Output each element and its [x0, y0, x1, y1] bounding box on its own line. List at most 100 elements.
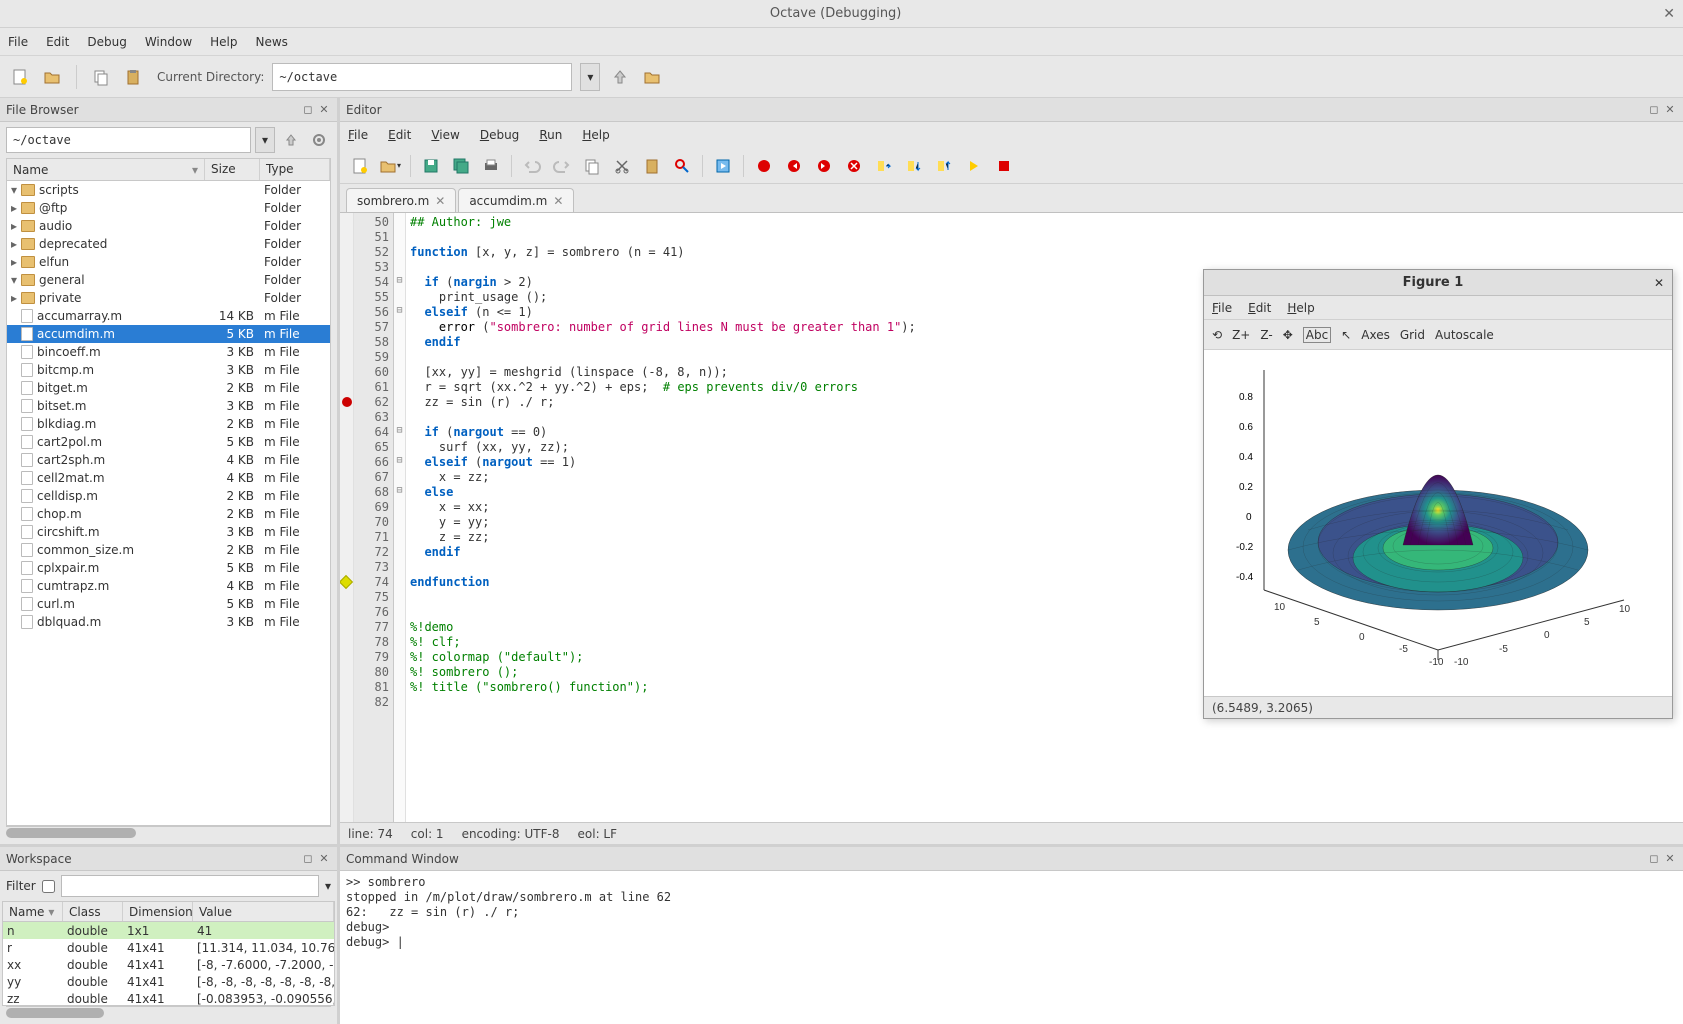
ed-copy-icon[interactable]: [580, 154, 604, 178]
ws-filter-dropdown-icon[interactable]: ▾: [325, 879, 331, 893]
fb-folder-row[interactable]: ▸privateFolder: [7, 289, 330, 307]
menu-news[interactable]: News: [256, 35, 288, 49]
ed-menu-help[interactable]: Help: [582, 128, 609, 142]
ws-row[interactable]: rdouble41x41[11.314, 11.034, 10.763, ...: [3, 939, 334, 956]
paste-icon[interactable]: [121, 65, 145, 89]
browse-folder-icon[interactable]: [640, 65, 664, 89]
fig-menu-help[interactable]: Help: [1287, 301, 1314, 315]
fig-grid-btn[interactable]: Grid: [1400, 328, 1425, 342]
figure-close-icon[interactable]: ✕: [1654, 276, 1664, 290]
fb-folder-row[interactable]: ▸deprecatedFolder: [7, 235, 330, 253]
ws-col-dim[interactable]: Dimension: [123, 902, 193, 921]
fb-file-row[interactable]: cart2sph.m4 KBm File: [7, 451, 330, 469]
fig-menu-file[interactable]: File: [1212, 301, 1232, 315]
ws-col-class[interactable]: Class: [63, 902, 123, 921]
fb-folder-row[interactable]: ▾generalFolder: [7, 271, 330, 289]
ed-undock-icon[interactable]: ◻: [1647, 103, 1661, 117]
ed-print-icon[interactable]: [479, 154, 503, 178]
fb-file-row[interactable]: curl.m5 KBm File: [7, 595, 330, 613]
fb-file-row[interactable]: bitget.m2 KBm File: [7, 379, 330, 397]
fig-text-icon[interactable]: Abc: [1303, 327, 1331, 343]
ed-menu-run[interactable]: Run: [539, 128, 562, 142]
curdir-dropdown-icon[interactable]: ▾: [580, 63, 600, 91]
fb-folder-row[interactable]: ▸audioFolder: [7, 217, 330, 235]
undock-icon[interactable]: ◻: [301, 103, 315, 117]
menu-edit[interactable]: Edit: [46, 35, 69, 49]
ed-stop-icon[interactable]: [992, 154, 1016, 178]
figure-window[interactable]: Figure 1 ✕ File Edit Help ⟲ Z+ Z- ✥: [1203, 269, 1673, 719]
fb-file-row[interactable]: blkdiag.m2 KBm File: [7, 415, 330, 433]
menu-debug[interactable]: Debug: [87, 35, 126, 49]
fig-menu-edit[interactable]: Edit: [1248, 301, 1271, 315]
ed-run-icon[interactable]: [711, 154, 735, 178]
ws-col-name[interactable]: Name ▾: [3, 902, 63, 921]
ed-menu-edit[interactable]: Edit: [388, 128, 411, 142]
fb-file-row[interactable]: cplxpair.m5 KBm File: [7, 559, 330, 577]
fb-file-row[interactable]: cell2mat.m4 KBm File: [7, 469, 330, 487]
ed-save-icon[interactable]: [419, 154, 443, 178]
ed-bp-prev-icon[interactable]: [782, 154, 806, 178]
ws-undock-icon[interactable]: ◻: [301, 852, 315, 866]
ed-redo-icon[interactable]: [550, 154, 574, 178]
ed-stepin-icon[interactable]: [902, 154, 926, 178]
fb-gear-icon[interactable]: [307, 128, 331, 152]
curdir-input[interactable]: ~/octave: [272, 63, 572, 91]
copy-icon[interactable]: [89, 65, 113, 89]
ws-row[interactable]: yydouble41x41[-8, -8, -8, -8, -8, -8, -8…: [3, 973, 334, 990]
tab-close-icon[interactable]: ✕: [553, 194, 563, 208]
fb-col-size[interactable]: Size: [205, 159, 260, 180]
close-icon[interactable]: ✕: [1663, 6, 1675, 22]
ed-find-icon[interactable]: [670, 154, 694, 178]
fb-file-row[interactable]: chop.m2 KBm File: [7, 505, 330, 523]
ed-undo-icon[interactable]: [520, 154, 544, 178]
fb-file-row[interactable]: common_size.m2 KBm File: [7, 541, 330, 559]
ws-filter-input[interactable]: [61, 875, 319, 897]
ed-menu-file[interactable]: File: [348, 128, 368, 142]
fb-col-name[interactable]: Name▾: [7, 159, 205, 180]
ed-new-icon[interactable]: [348, 154, 372, 178]
ed-bp-clear-icon[interactable]: [842, 154, 866, 178]
fb-hscroll[interactable]: [6, 826, 331, 840]
fig-autoscale-btn[interactable]: Autoscale: [1435, 328, 1494, 342]
tab-accumdim[interactable]: accumdim.m✕: [458, 188, 574, 212]
close-panel-icon[interactable]: ✕: [317, 103, 331, 117]
ws-row[interactable]: ndouble1x141: [3, 922, 334, 939]
fb-up-icon[interactable]: [279, 128, 303, 152]
ed-close-icon[interactable]: ✕: [1663, 103, 1677, 117]
ed-paste-icon[interactable]: [640, 154, 664, 178]
fig-pan-icon[interactable]: ✥: [1283, 328, 1293, 342]
ws-col-value[interactable]: Value: [193, 902, 334, 921]
open-folder-icon[interactable]: [40, 65, 64, 89]
editor-body[interactable]: 5051525354555657585960616263646566676869…: [340, 212, 1683, 822]
tab-close-icon[interactable]: ✕: [435, 194, 445, 208]
ed-breakpoint-icon[interactable]: [752, 154, 776, 178]
ws-filter-checkbox[interactable]: [42, 880, 55, 893]
ed-cut-icon[interactable]: [610, 154, 634, 178]
fb-file-row[interactable]: accumdim.m5 KBm File: [7, 325, 330, 343]
tab-sombrero[interactable]: sombrero.m✕: [346, 188, 456, 212]
fb-file-row[interactable]: accumarray.m14 KBm File: [7, 307, 330, 325]
cmd-close-icon[interactable]: ✕: [1663, 852, 1677, 866]
fb-file-row[interactable]: dblquad.m3 KBm File: [7, 613, 330, 631]
fb-path-dropdown-icon[interactable]: ▾: [255, 127, 275, 153]
fb-folder-row[interactable]: ▾scriptsFolder: [7, 181, 330, 199]
fig-axes-btn[interactable]: Axes: [1361, 328, 1390, 342]
ws-hscroll[interactable]: [6, 1006, 331, 1020]
fb-col-type[interactable]: Type: [260, 159, 330, 180]
ed-continue-icon[interactable]: [962, 154, 986, 178]
ws-close-icon[interactable]: ✕: [317, 852, 331, 866]
fig-rotate-icon[interactable]: ⟲: [1212, 328, 1222, 342]
ed-stepout-icon[interactable]: [932, 154, 956, 178]
fig-select-icon[interactable]: ↖: [1341, 328, 1351, 342]
menu-file[interactable]: File: [8, 35, 28, 49]
ws-row[interactable]: xxdouble41x41[-8, -7.6000, -7.2000, -6.8…: [3, 956, 334, 973]
fb-folder-row[interactable]: ▸elfunFolder: [7, 253, 330, 271]
ws-row[interactable]: zzdouble41x41[-0.083953, -0.090556, -0..…: [3, 990, 334, 1005]
fb-file-row[interactable]: bincoeff.m3 KBm File: [7, 343, 330, 361]
menu-window[interactable]: Window: [145, 35, 192, 49]
fb-file-row[interactable]: cart2pol.m5 KBm File: [7, 433, 330, 451]
up-folder-icon[interactable]: [608, 65, 632, 89]
ed-menu-view[interactable]: View: [431, 128, 459, 142]
figure-plot[interactable]: 0.8 0.6 0.4 0.2 0 -0.2 -0.4: [1204, 350, 1672, 696]
fig-zoomin[interactable]: Z+: [1232, 328, 1250, 342]
